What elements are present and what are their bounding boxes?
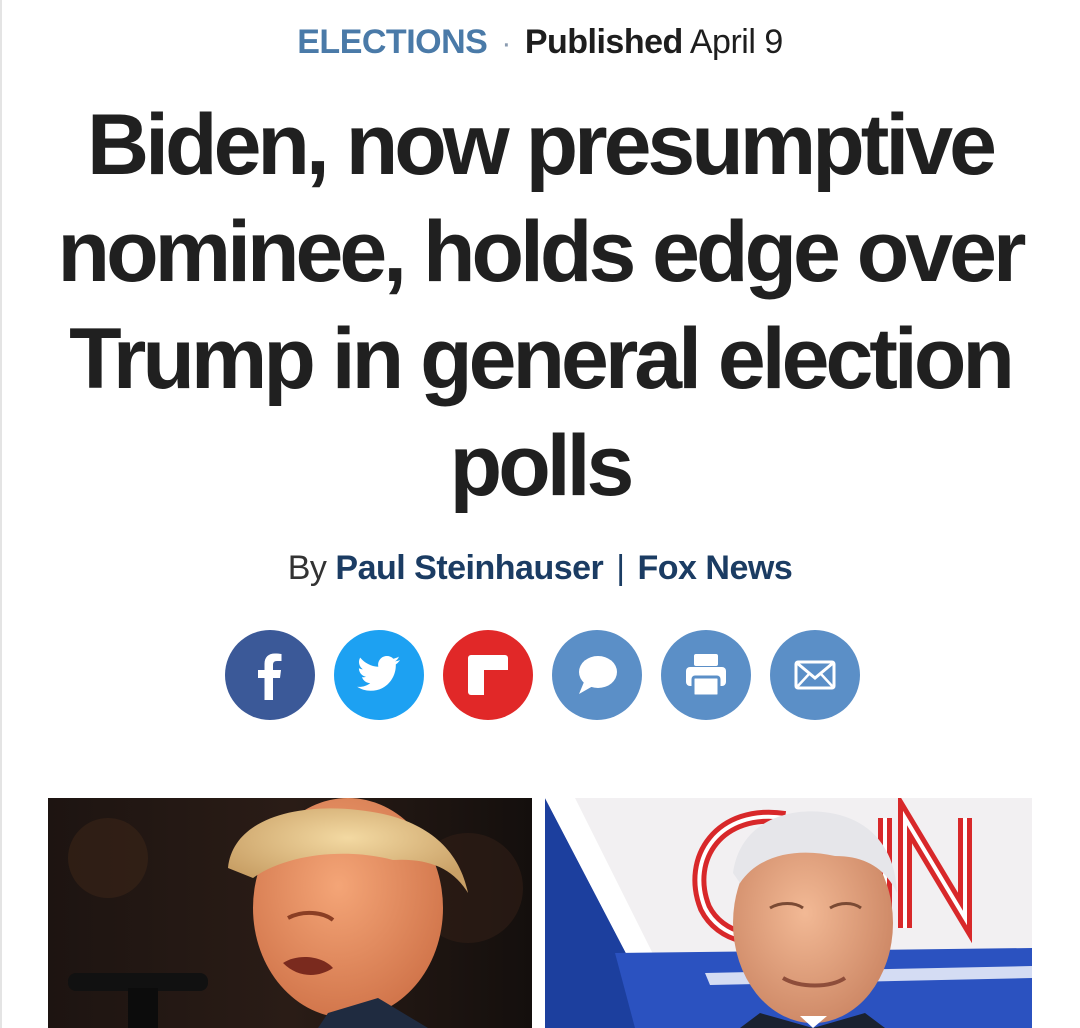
twitter-share-button[interactable] — [334, 630, 424, 720]
print-icon — [686, 654, 726, 698]
comment-icon — [579, 656, 617, 694]
page-border — [0, 0, 2, 1028]
author-link[interactable]: Paul Steinhauser — [335, 549, 603, 587]
byline: By Paul Steinhauser | Fox News — [0, 546, 1080, 590]
envelope-icon — [794, 660, 836, 690]
biden-photo[interactable] — [545, 798, 1032, 1028]
trump-photo-image — [48, 798, 532, 1028]
byline-separator: | — [616, 549, 625, 587]
trump-photo[interactable] — [48, 798, 532, 1028]
category-link[interactable]: ELECTIONS — [297, 23, 488, 61]
print-button[interactable] — [661, 630, 751, 720]
outlet-link[interactable]: Fox News — [638, 549, 793, 587]
biden-photo-image — [545, 798, 1032, 1028]
comments-button[interactable] — [552, 630, 642, 720]
email-share-button[interactable] — [770, 630, 860, 720]
meta-separator: · — [501, 27, 511, 60]
published-date: April 9 — [689, 23, 783, 61]
flipboard-icon — [468, 655, 508, 695]
share-bar — [225, 630, 865, 720]
article-headline: Biden, now presumptive nominee, holds ed… — [57, 97, 1027, 514]
facebook-icon — [258, 653, 282, 700]
facebook-share-button[interactable] — [225, 630, 315, 720]
published-label: Published — [524, 23, 683, 61]
twitter-icon — [357, 656, 400, 691]
article-meta: ELECTIONS · Published April 9 — [0, 20, 1080, 66]
flipboard-share-button[interactable] — [443, 630, 533, 720]
article-photos — [48, 798, 1032, 1028]
byline-prefix: By — [287, 549, 327, 587]
